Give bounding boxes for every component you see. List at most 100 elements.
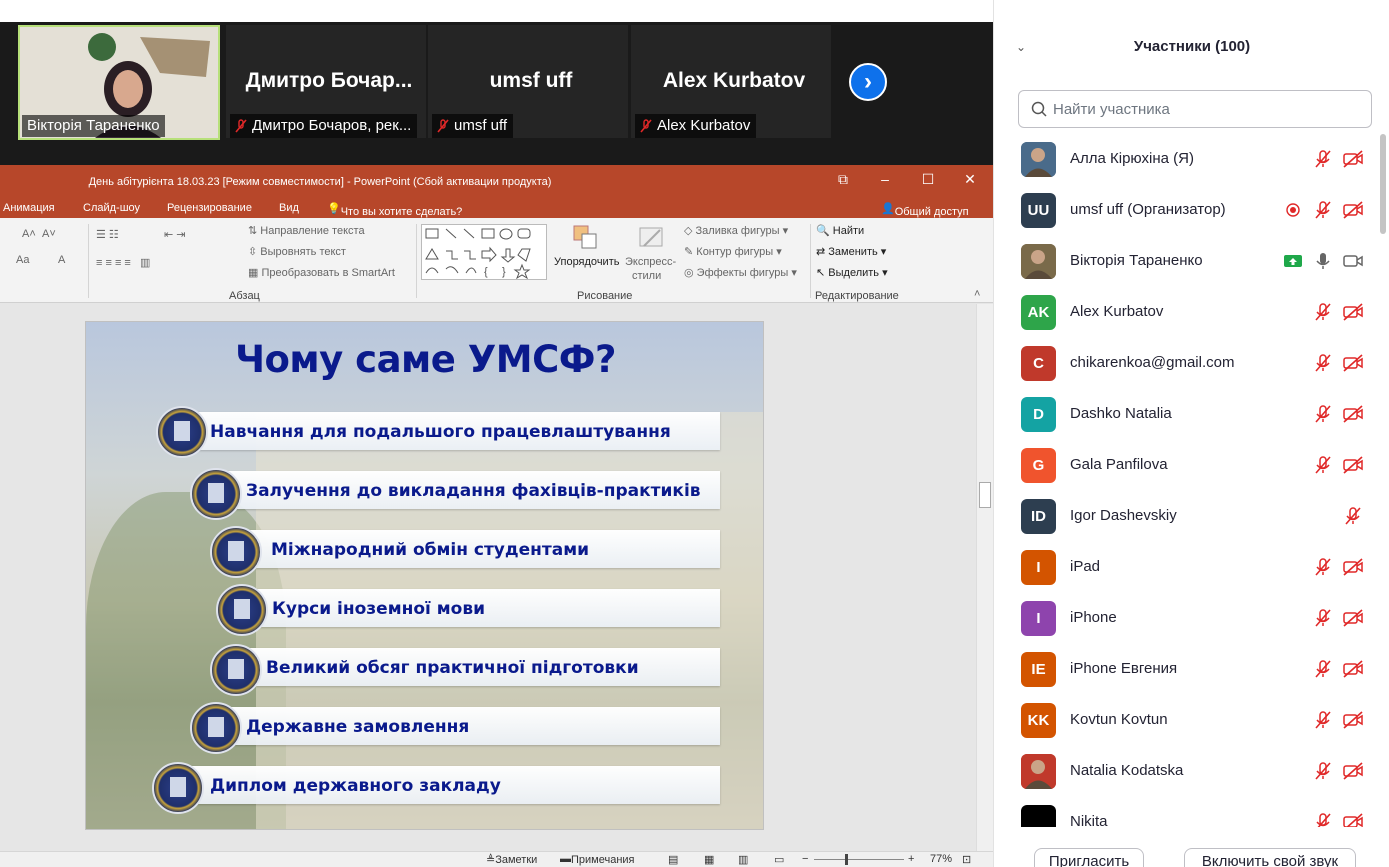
participant-scrollbar[interactable] (1378, 134, 1388, 827)
select-button[interactable]: ↖ Выделить ▾ (816, 266, 888, 279)
comments-button[interactable]: ▬ Примечания (560, 853, 635, 866)
collapse-ribbon-icon[interactable]: ˄ (974, 288, 980, 300)
video-off-icon[interactable] (1342, 404, 1363, 424)
video-off-icon[interactable] (1342, 149, 1363, 169)
quick-styles-button-2[interactable]: стили (632, 270, 661, 282)
tile-label: Дмитро Бочаров, рек... (230, 114, 418, 138)
quick-styles-button[interactable]: Экспресс- (625, 256, 676, 268)
vertical-scrollbar[interactable] (976, 304, 993, 851)
text-direction-button[interactable]: ⇅ Направление текста (248, 224, 365, 237)
shape-effects-button[interactable]: ◎ Эффекты фигуры ▾ (684, 266, 797, 279)
mic-muted-icon[interactable] (1313, 812, 1333, 827)
mic-muted-icon[interactable] (1313, 200, 1333, 220)
sorter-view-icon[interactable]: ▦ (704, 853, 714, 866)
mic-muted-icon[interactable] (1313, 557, 1333, 577)
video-off-icon[interactable] (1342, 710, 1363, 730)
scrollbar-thumb[interactable] (979, 482, 991, 508)
mic-icon[interactable] (1313, 251, 1333, 271)
find-button[interactable]: 🔍 Найти (816, 224, 864, 237)
mic-muted-icon[interactable] (1313, 455, 1333, 475)
shape-outline-button[interactable]: ✎ Контур фигуры ▾ (684, 245, 782, 258)
slide[interactable]: Чому саме УМСФ? Навчання для подальшого … (85, 321, 764, 830)
font-shrink-button[interactable]: A˅ (42, 228, 56, 240)
indent-icon[interactable]: ⇤ ⇥ (164, 228, 186, 241)
participant-row[interactable]: UU umsf uff (Организатор) (994, 185, 1378, 236)
participant-row[interactable]: Natalia Kodatska (994, 746, 1378, 797)
mic-muted-icon[interactable] (1313, 302, 1333, 322)
zoom-slider[interactable] (814, 859, 904, 860)
mic-muted-icon[interactable] (1313, 149, 1333, 169)
tab-review[interactable]: Рецензирование (167, 202, 252, 214)
participant-row[interactable]: IiPhone (994, 593, 1378, 644)
bullets-icon[interactable]: ☰ ☷ (96, 228, 119, 241)
video-off-icon[interactable] (1342, 557, 1363, 577)
reading-view-icon[interactable]: ▥ (738, 853, 748, 866)
invite-button[interactable]: Пригласить (1034, 848, 1144, 867)
video-off-icon[interactable] (1342, 812, 1363, 827)
video-icon[interactable] (1342, 251, 1363, 271)
zoom-level[interactable]: 77% (930, 853, 952, 865)
participant-row[interactable]: IE iPhone Евгения (994, 644, 1378, 695)
participant-row[interactable]: IiPad (994, 542, 1378, 593)
mic-muted-icon[interactable] (1313, 710, 1333, 730)
mic-muted-icon[interactable] (1313, 404, 1333, 424)
tab-animation[interactable]: Анимация (3, 202, 55, 214)
participant-row[interactable]: Вікторія Тараненко (994, 236, 1378, 287)
shapes-gallery[interactable]: {} (421, 224, 547, 280)
font-color-button[interactable]: A (58, 254, 65, 266)
video-tile[interactable]: Дмитро Бочар... Дмитро Бочаров, рек... (226, 25, 426, 138)
mic-muted-icon[interactable] (1313, 353, 1333, 373)
participant-row[interactable]: D Dashko Natalia (994, 389, 1378, 440)
arrange-button[interactable]: Упорядочить (554, 256, 619, 268)
ppt-minimize-icon[interactable]: – (870, 171, 900, 187)
slideshow-view-icon[interactable]: ▭ (774, 853, 784, 866)
share-button[interactable]: 👤 Общий доступ (881, 202, 969, 218)
normal-view-icon[interactable]: ▤ (668, 853, 678, 866)
replace-button[interactable]: ⇄ Заменить ▾ (816, 245, 886, 258)
tab-view[interactable]: Вид (279, 202, 299, 214)
video-off-icon[interactable] (1342, 200, 1363, 220)
participant-row[interactable]: Алла Кірюхіна (Я) (994, 134, 1378, 185)
align-text-button[interactable]: ⇳ Выровнять текст (248, 245, 346, 258)
ppt-close-icon[interactable]: ✕ (955, 171, 985, 188)
participant-row[interactable]: Cchikarenkoa@gmail.com (994, 338, 1378, 389)
align-icons[interactable]: ≡ ≡ ≡ ≡ ▥ (96, 256, 150, 269)
slide-title: Чому саме УМСФ? (235, 338, 616, 381)
zoom-in-button[interactable]: + (908, 853, 914, 865)
avatar (1021, 805, 1056, 827)
next-page-button[interactable]: › (849, 63, 887, 101)
participant-row[interactable]: ID Igor Dashevskiy (994, 491, 1378, 542)
video-tile[interactable]: Alex Kurbatov Alex Kurbatov (631, 25, 831, 138)
mic-muted-icon[interactable] (1313, 761, 1333, 781)
search-input[interactable]: Найти участника (1018, 90, 1372, 128)
unmute-self-button[interactable]: Включить свой звук (1184, 848, 1356, 867)
mic-muted-icon[interactable] (1343, 506, 1363, 526)
video-off-icon[interactable] (1342, 761, 1363, 781)
participant-row[interactable]: Nikita (994, 797, 1378, 827)
mic-muted-icon[interactable] (1313, 608, 1333, 628)
participant-row[interactable]: G Gala Panfilova (994, 440, 1378, 491)
tell-me-search[interactable]: 💡 Что вы хотите сделать? (327, 202, 462, 218)
smartart-button[interactable]: ▦ Преобразовать в SmartArt (248, 266, 395, 279)
ribbon-display-icon[interactable]: ⧉ (828, 171, 858, 188)
participant-row[interactable]: AK Alex Kurbatov (994, 287, 1378, 338)
fit-slide-icon[interactable]: ⊡ (962, 853, 971, 866)
video-off-icon[interactable] (1342, 302, 1363, 322)
video-off-icon[interactable] (1342, 455, 1363, 475)
video-tile[interactable]: umsf uff umsf uff (428, 25, 628, 138)
notes-button[interactable]: ≜ Заметки (486, 853, 537, 866)
tab-slideshow[interactable]: Слайд-шоу (83, 202, 140, 214)
font-grow-button[interactable]: A˄ (22, 228, 36, 240)
video-off-icon[interactable] (1342, 353, 1363, 373)
change-case-button[interactable]: Aa (16, 254, 29, 266)
zoom-out-button[interactable]: − (802, 853, 808, 865)
self-video-tile[interactable]: Вікторія Тараненко (18, 25, 220, 140)
video-off-icon[interactable] (1342, 608, 1363, 628)
mic-muted-icon[interactable] (1313, 659, 1333, 679)
video-off-icon[interactable] (1342, 659, 1363, 679)
ppt-maximize-icon[interactable]: ☐ (913, 171, 943, 188)
participant-row[interactable]: KK Kovtun Kovtun (994, 695, 1378, 746)
scrollbar-thumb[interactable] (1380, 134, 1386, 234)
zoom-slider-thumb[interactable] (845, 854, 848, 865)
shape-fill-button[interactable]: ◇ Заливка фигуры ▾ (684, 224, 788, 237)
